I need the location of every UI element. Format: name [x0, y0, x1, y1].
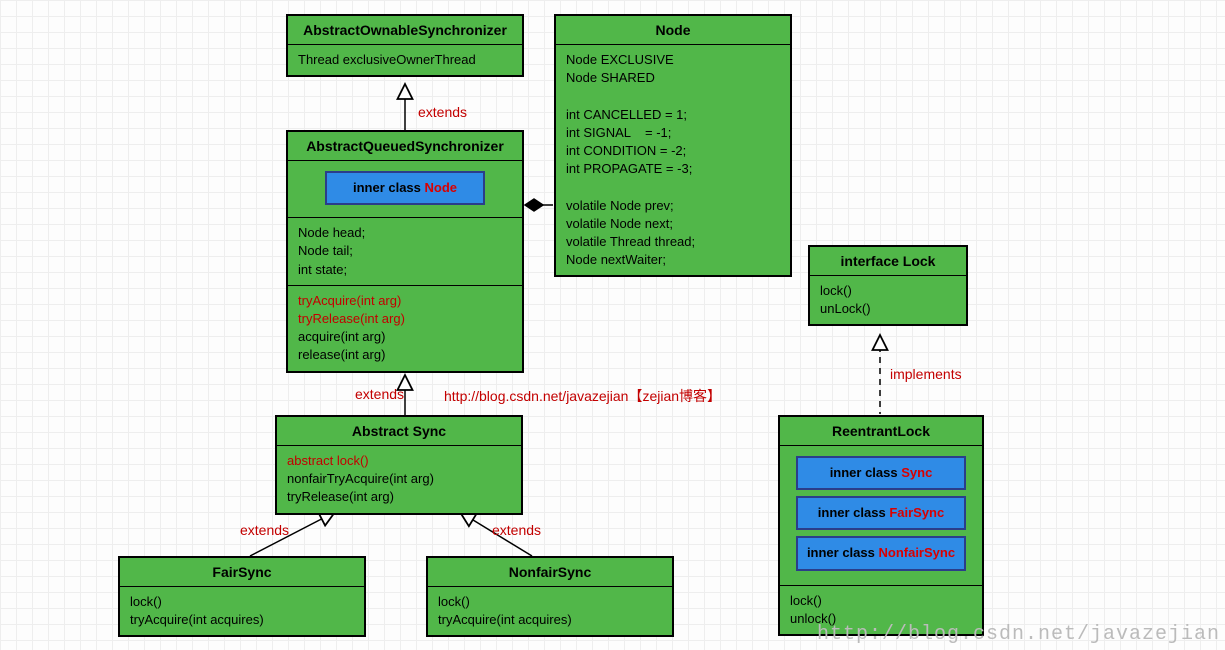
class-node: Node Node EXCLUSIVE Node SHARED int CANC…: [554, 14, 792, 277]
class-title: Node: [556, 16, 790, 45]
class-fair-sync: FairSync lock() tryAcquire(int acquires): [118, 556, 366, 637]
class-title: ReentrantLock: [780, 417, 982, 446]
class-title: Abstract Sync: [277, 417, 521, 446]
class-methods: lock() tryAcquire(int acquires): [120, 587, 364, 635]
class-fields: Node head; Node tail; int state;: [288, 218, 522, 286]
class-methods: lock() unLock(): [810, 276, 966, 324]
class-abstract-queued-synchronizer: AbstractQueuedSynchronizer inner class N…: [286, 130, 524, 373]
class-abstract-sync: Abstract Sync abstract lock() nonfairTry…: [275, 415, 523, 515]
inner-class-node: inner class Node: [325, 171, 485, 205]
inner-class-sync: inner class Sync: [796, 456, 966, 490]
inner-class-nonfairsync: inner class NonfairSync: [796, 536, 966, 570]
inner-class-section: inner class Node: [288, 161, 522, 218]
implements-label: implements: [890, 366, 962, 382]
extends-label: extends: [355, 386, 404, 402]
class-abstract-ownable-synchronizer: AbstractOwnableSynchronizer Thread exclu…: [286, 14, 524, 77]
class-fields: Thread exclusiveOwnerThread: [288, 45, 522, 75]
inner-class-fairsync: inner class FairSync: [796, 496, 966, 530]
interface-lock: interface Lock lock() unLock(): [808, 245, 968, 326]
class-reentrant-lock: ReentrantLock inner class Sync inner cla…: [778, 415, 984, 636]
extends-label: extends: [418, 104, 467, 120]
class-methods: lock() tryAcquire(int acquires): [428, 587, 672, 635]
class-methods: abstract lock() nonfairTryAcquire(int ar…: [277, 446, 521, 513]
class-title: interface Lock: [810, 247, 966, 276]
blog-url-label: http://blog.csdn.net/javazejian【zejian博客…: [444, 386, 721, 406]
class-title: FairSync: [120, 558, 364, 587]
class-title: NonfairSync: [428, 558, 672, 587]
extends-label: extends: [492, 522, 541, 538]
watermark: http://blog.csdn.net/javazejian: [817, 623, 1220, 646]
class-body: Node EXCLUSIVE Node SHARED int CANCELLED…: [556, 45, 790, 275]
inner-classes-section: inner class Sync inner class FairSync in…: [780, 446, 982, 586]
class-methods: tryAcquire(int arg) tryRelease(int arg) …: [288, 286, 522, 371]
class-title: AbstractOwnableSynchronizer: [288, 16, 522, 45]
class-nonfair-sync: NonfairSync lock() tryAcquire(int acquir…: [426, 556, 674, 637]
class-title: AbstractQueuedSynchronizer: [288, 132, 522, 161]
extends-label: extends: [240, 522, 289, 538]
